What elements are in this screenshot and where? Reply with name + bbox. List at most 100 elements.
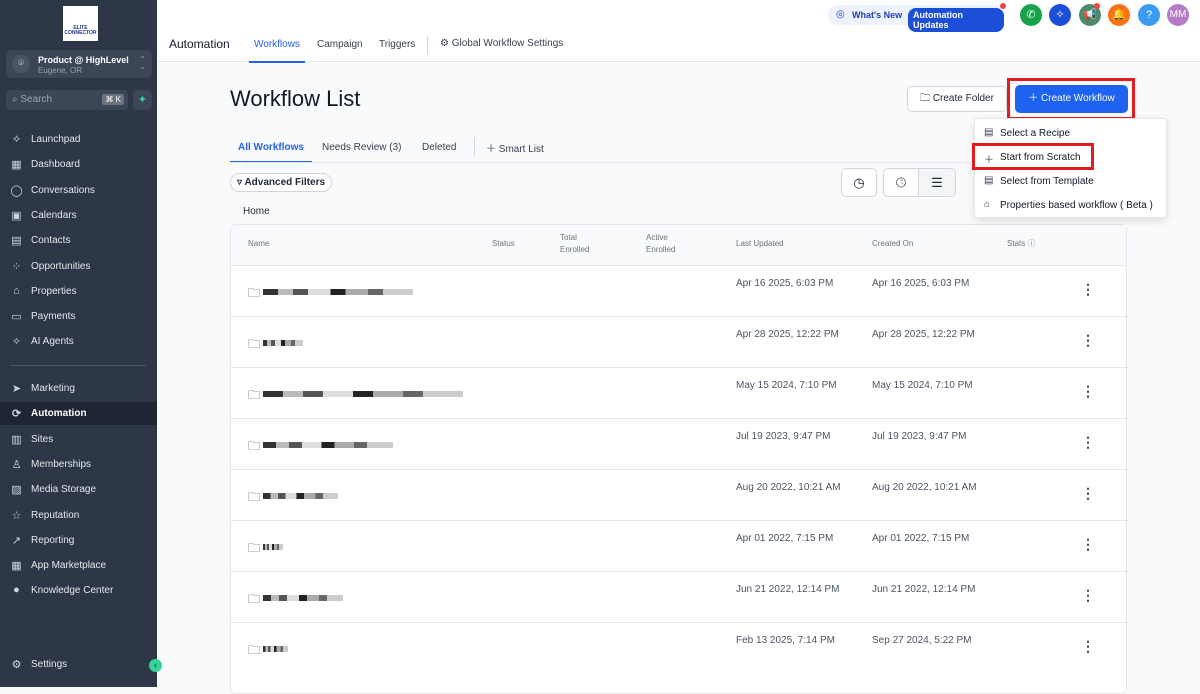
tab-campaign[interactable]: Campaign [317,39,363,50]
sidebar-item-label: Conversations [31,184,95,196]
filter-icon: ▿ [237,177,243,188]
more-options-icon[interactable]: ⋮ [1081,332,1095,349]
opportunities-icon: ⁘ [11,260,22,273]
sidebar-item-label: AI Agents [31,336,74,348]
ai-sparkle-button[interactable]: ✦ [133,90,152,110]
sidebar-item-contacts[interactable]: ▤ Contacts [0,229,157,252]
star-icon: ☆ [11,509,22,522]
plus-icon: ＋ [1028,93,1039,104]
more-options-icon[interactable]: ⋮ [1081,536,1095,553]
tab-triggers[interactable]: Triggers [379,39,415,50]
more-options-icon[interactable]: ⋮ [1081,485,1095,502]
smart-list-button[interactable]: ＋ Smart List [486,140,544,155]
sidebar-item-dashboard[interactable]: ▦ Dashboard [0,153,157,176]
tab-deleted[interactable]: Deleted [422,142,456,153]
sidebar-item-reporting[interactable]: ↗ Reporting [0,529,157,552]
magic-icon[interactable]: ✧ [1049,4,1071,26]
whats-new-button[interactable]: ◎ What's New Automation Updates [828,3,1006,32]
col-status: Status [492,239,515,248]
more-options-icon[interactable]: ⋮ [1081,587,1095,604]
last-updated: Aug 20 2022, 10:21 AM [736,482,841,493]
last-updated: Jul 19 2023, 9:47 PM [736,431,831,442]
redacted-name [263,391,463,397]
help-button[interactable]: ? [1138,4,1160,26]
create-workflow-button[interactable]: ＋ Create Workflow [1015,85,1128,113]
more-options-icon[interactable]: ⋮ [1081,434,1095,451]
sidebar-item-calendars[interactable]: ▣ Calendars [0,204,157,227]
table-row[interactable]: 🗀 Apr 16 2025, 6:03 PM Apr 16 2025, 6:03 P… [231,265,1128,316]
sidebar-item-payments[interactable]: ▭ Payments [0,305,157,328]
memberships-icon: ♙ [11,458,22,471]
collapse-sidebar-button[interactable]: ‹ [149,659,162,672]
payments-icon: ▭ [11,311,22,324]
col-name: Name [248,239,270,248]
created-on: May 15 2024, 7:10 PM [872,380,973,391]
breadcrumb[interactable]: Home [243,206,270,217]
sidebar-item-knowledge-center[interactable]: ● Knowledge Center [0,579,157,602]
more-options-icon[interactable]: ⋮ [1081,281,1095,298]
account-switcher[interactable]: ⌾ Product @ HighLevel Eugene, OR ⌃ ⌄ [6,50,152,78]
automation-updates-badge[interactable]: Automation Updates [908,8,1004,32]
gear-icon: ⚙ [11,659,22,671]
create-folder-button[interactable]: 🗀 Create Folder [907,86,1007,112]
sidebar-item-opportunities[interactable]: ⁘ Opportunities [0,255,157,278]
page-title: Workflow List [230,86,361,111]
last-updated: Apr 01 2022, 7:15 PM [736,533,834,544]
sidebar-item-label: Marketing [31,383,75,394]
sidebar-item-conversations[interactable]: ◯ Conversations [0,179,157,202]
more-options-icon[interactable]: ⋮ [1081,638,1095,655]
tab-divider [427,36,428,54]
created-on: Apr 28 2025, 12:22 PM [872,329,975,340]
sidebar-item-ai-agents[interactable]: ✧ AI Agents [0,330,157,353]
highlight-box [972,143,1094,170]
created-on: Jul 19 2023, 9:47 PM [872,431,967,442]
sidebar-item-app-marketplace[interactable]: ▦ App Marketplace [0,554,157,577]
tab-workflows[interactable]: Workflows [249,39,305,63]
more-options-icon[interactable]: ⋮ [1081,383,1095,400]
table-row[interactable]: 🗀 Jul 19 2023, 9:47 PM Jul 19 2023, 9:47 P… [231,418,1128,469]
table-row[interactable]: 🗀 Jun 21 2022, 12:14 PM Jun 21 2022, 12:14… [231,571,1128,622]
recipe-icon: ▤ [984,127,994,138]
advanced-filters-button[interactable]: ▿ Advanced Filters [230,173,333,192]
search-input[interactable]: ⌕ Search ⌘ K [6,90,128,110]
table-row[interactable]: 🗀 Feb 13 2025, 7:14 PM Sep 27 2024, 5:22 P… [231,622,1128,673]
redacted-name [263,340,303,346]
tab-needs-review[interactable]: Needs Review (3) [322,142,401,153]
sidebar-item-automation[interactable]: ⟳ Automation [0,402,157,426]
megaphone-icon[interactable]: 📢 [1079,3,1101,26]
bell-icon[interactable]: 🔔 [1108,4,1130,26]
sidebar-item-memberships[interactable]: ♙ Memberships [0,453,157,476]
menu-item-properties-based-workflow-beta[interactable]: ⌂ Properties based workflow ( Beta ) [975,193,1168,217]
phone-icon[interactable]: ✆ [1020,4,1042,26]
home-icon: ⌂ [13,284,20,297]
sidebar-item-settings[interactable]: ⚙ Settings [0,653,157,676]
clock-view-button[interactable]: 🕓︎ [883,168,919,197]
account-location: Eugene, OR [38,66,83,75]
sidebar-item-media-storage[interactable]: ▨ Media Storage [0,478,157,501]
global-workflow-settings[interactable]: ⚙ Global Workflow Settings [440,38,563,49]
table-row[interactable]: 🗀 Apr 01 2022, 7:15 PM Apr 01 2022, 7:15 P… [231,520,1128,571]
tabs-underline [230,162,970,163]
last-updated: Apr 28 2025, 12:22 PM [736,329,839,340]
table-row[interactable]: 🗀 Apr 28 2025, 12:22 PM Apr 28 2025, 12:22… [231,316,1128,367]
tab-all-workflows[interactable]: All Workflows [230,142,312,163]
table-row[interactable]: 🗀 Aug 20 2022, 10:21 AM Aug 20 2022, 10:21… [231,469,1128,520]
apps-icon: ▦ [11,560,22,573]
sidebar-item-reputation[interactable]: ☆ Reputation [0,504,157,527]
menu-item-select-from-template[interactable]: ▤ Select from Template [975,169,1168,193]
create-workflow-label: Create Workflow [1041,93,1115,104]
table-row[interactable]: 🗀 May 15 2024, 7:10 PM May 15 2024, 7:10 P… [231,367,1128,418]
history-button[interactable]: ◷ [841,168,877,197]
sidebar-item-launchpad[interactable]: ⟡ Launchpad [0,128,157,151]
logo: ELITE CONNECTOR [63,6,98,41]
dashboard-icon: ▦ [11,159,22,172]
sidebar-item-sites[interactable]: ▥ Sites [0,428,157,451]
sidebar-item-marketing[interactable]: ➤ Marketing [0,377,157,400]
avatar[interactable]: MM [1167,4,1189,26]
create-folder-label: Create Folder [932,93,994,104]
menu-item-select-a-recipe[interactable]: ▤ Select a Recipe [975,121,1168,145]
notification-dot [1094,3,1100,9]
list-view-button[interactable]: ☰ [918,168,956,197]
sidebar-item-label: Automation [31,408,87,420]
sidebar-item-properties[interactable]: ⌂ Properties [0,280,157,303]
